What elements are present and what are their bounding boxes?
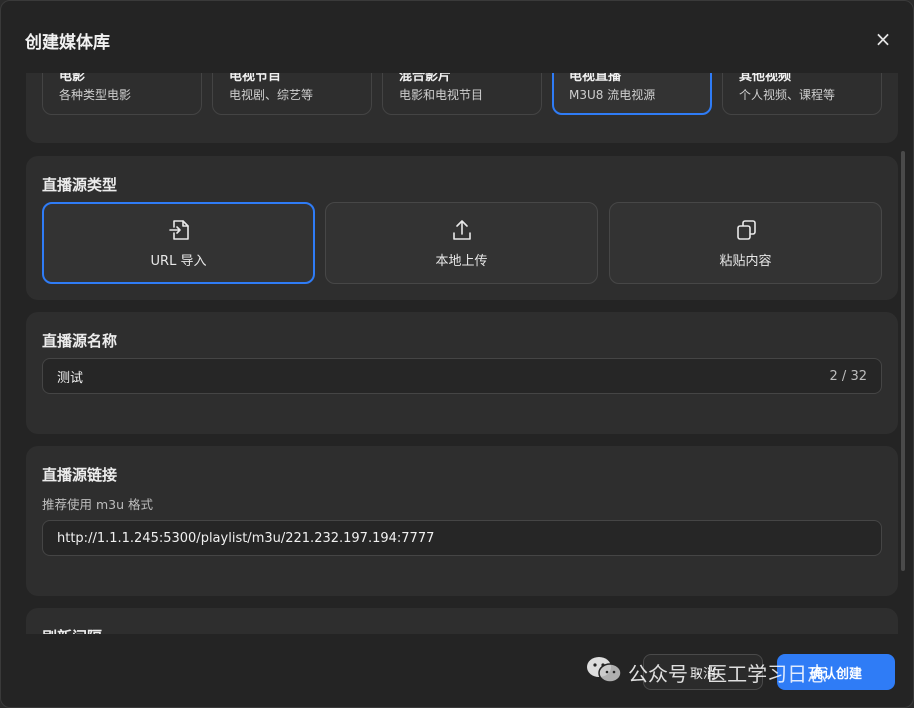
source-name-card: 直播源名称 测试 2 / 32 bbox=[26, 312, 898, 434]
refresh-interval-card: 刷新间隔 bbox=[26, 608, 898, 634]
dialog-body[interactable]: 电影 各种类型电影 电视节目 电视剧、综艺等 混合影片 电影和电视节目 电视直播… bbox=[1, 73, 913, 634]
source-type-title: 直播源类型 bbox=[42, 176, 118, 194]
library-type-label: 其他视频 bbox=[739, 73, 792, 84]
source-option-label: 本地上传 bbox=[435, 253, 488, 269]
library-type-label: 电视直播 bbox=[569, 73, 622, 84]
library-type-desc: 个人视频、课程等 bbox=[739, 88, 836, 102]
library-type-movie[interactable]: 电影 各种类型电影 bbox=[42, 73, 202, 115]
library-type-label: 电影 bbox=[59, 73, 86, 84]
dialog-title: 创建媒体库 bbox=[25, 33, 110, 53]
library-type-tv-shows[interactable]: 电视节目 电视剧、综艺等 bbox=[212, 73, 372, 115]
library-type-mixed[interactable]: 混合影片 电影和电视节目 bbox=[382, 73, 542, 115]
library-type-desc: M3U8 流电视源 bbox=[569, 88, 656, 102]
source-option-paste-content[interactable]: 粘贴内容 bbox=[609, 202, 882, 284]
library-type-label: 混合影片 bbox=[399, 73, 452, 84]
library-type-other[interactable]: 其他视频 个人视频、课程等 bbox=[722, 73, 882, 115]
close-icon[interactable]: × bbox=[871, 27, 895, 51]
source-link-input[interactable]: http://1.1.1.245:5300/playlist/m3u/221.2… bbox=[42, 520, 882, 556]
copy-icon bbox=[735, 218, 757, 242]
library-type-desc: 电视剧、综艺等 bbox=[229, 88, 314, 102]
wechat-logo-icon bbox=[586, 656, 622, 689]
library-type-desc: 电影和电视节目 bbox=[399, 88, 484, 102]
source-link-value: http://1.1.1.245:5300/playlist/m3u/221.2… bbox=[57, 530, 435, 546]
file-import-icon bbox=[168, 218, 190, 242]
source-option-label: URL 导入 bbox=[150, 253, 207, 269]
source-link-hint: 推荐使用 m3u 格式 bbox=[42, 497, 153, 512]
upload-icon bbox=[451, 218, 473, 242]
source-option-label: 粘贴内容 bbox=[719, 253, 772, 269]
source-option-local-upload[interactable]: 本地上传 bbox=[325, 202, 598, 284]
library-type-card: 电影 各种类型电影 电视节目 电视剧、综艺等 混合影片 电影和电视节目 电视直播… bbox=[26, 73, 898, 143]
refresh-interval-title: 刷新间隔 bbox=[42, 626, 102, 634]
character-counter: 2 / 32 bbox=[829, 368, 867, 384]
library-type-desc: 各种类型电影 bbox=[59, 88, 132, 102]
source-name-value: 测试 bbox=[57, 370, 84, 386]
cancel-button[interactable]: 取消 bbox=[643, 654, 763, 690]
source-type-card: 直播源类型 URL 导入 本地上传 粘贴内容 bbox=[26, 156, 898, 300]
library-type-live-tv[interactable]: 电视直播 M3U8 流电视源 bbox=[552, 73, 712, 115]
source-name-title: 直播源名称 bbox=[42, 332, 118, 350]
scrollbar[interactable] bbox=[901, 151, 905, 571]
library-type-label: 电视节目 bbox=[229, 73, 282, 84]
source-link-title: 直播源链接 bbox=[42, 466, 118, 484]
source-name-input[interactable]: 测试 2 / 32 bbox=[42, 358, 882, 394]
source-option-url-import[interactable]: URL 导入 bbox=[42, 202, 315, 284]
confirm-create-button[interactable]: 确认创建 bbox=[777, 654, 895, 690]
source-link-card: 直播源链接 推荐使用 m3u 格式 http://1.1.1.245:5300/… bbox=[26, 446, 898, 596]
create-library-dialog: 创建媒体库 × 电影 各种类型电影 电视节目 电视剧、综艺等 混合影片 电影和电… bbox=[0, 0, 914, 708]
